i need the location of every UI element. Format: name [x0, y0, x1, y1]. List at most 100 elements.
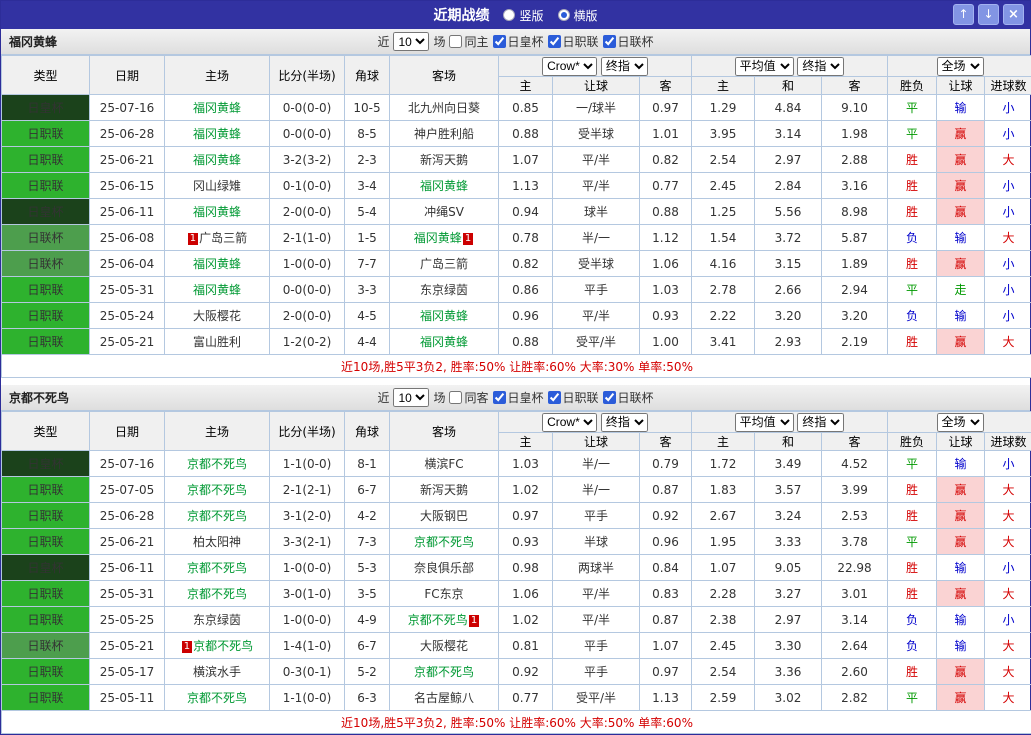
- emperor-cup-checkbox[interactable]: [492, 35, 506, 48]
- average-time-select[interactable]: 终指: [797, 56, 845, 76]
- result-outcome: 平: [887, 276, 938, 303]
- result-goals: 大: [984, 658, 1031, 685]
- match-date: 25-05-21: [89, 328, 165, 355]
- same-venue-filter[interactable]: 同客: [449, 389, 489, 406]
- odds-home: 0.98: [498, 554, 553, 581]
- filter-controls: 近 10 场 同客 日皇杯 日职联 日联杯: [377, 388, 654, 407]
- odds-time-select[interactable]: 终指: [600, 56, 648, 76]
- avg-home: 1.95: [691, 528, 755, 555]
- odds-handicap: 平手: [552, 632, 640, 659]
- fulltime-select[interactable]: 全场: [936, 56, 984, 76]
- odds-handicap: 半/一: [552, 476, 640, 503]
- result-handicap: 赢: [936, 476, 986, 503]
- league-cup-checkbox[interactable]: [602, 35, 616, 48]
- header-row-1: 类型 日期 主场 比分(半场) 角球 客场 Crow* 终指 平均值 终指 全场: [1, 411, 1031, 451]
- odds-home: 0.93: [498, 528, 553, 555]
- layout-vertical-radio[interactable]: 竖版: [503, 7, 544, 24]
- match-count-select[interactable]: 10: [393, 388, 430, 407]
- same-venue-checkbox[interactable]: [449, 391, 463, 404]
- avg-home: 2.22: [691, 302, 755, 329]
- score: 1-1(0-0): [269, 684, 345, 711]
- result-handicap: 输: [936, 302, 986, 329]
- result-handicap: 输: [936, 224, 986, 251]
- corner-count: 4-9: [344, 606, 390, 633]
- result-handicap: 走: [936, 276, 986, 303]
- emperor-cup-filter[interactable]: 日皇杯: [492, 33, 544, 50]
- match-row: 日皇杯 25-07-16 福冈黄蜂 0-0(0-0) 10-5 北九州向日葵 0.85 一/球…: [1, 94, 1031, 121]
- move-down-button[interactable]: ↓: [978, 4, 999, 25]
- team-label: 神户胜利船: [413, 127, 474, 141]
- summary-row: 近10场,胜5平3负2, 胜率:50% 让胜率:60% 大率:30% 单率:50…: [0, 354, 1031, 378]
- j1-league-checkbox[interactable]: [547, 35, 561, 48]
- avg-home: 1.72: [691, 450, 755, 477]
- competition-type: 日皇杯: [1, 554, 90, 581]
- odds-away: 0.92: [639, 502, 692, 529]
- team-label: 东京绿茵: [419, 283, 468, 297]
- match-row: 日职联 25-05-11 京都不死鸟 1-1(0-0) 6-3 名古屋鲸八 0.77 受平/半…: [1, 684, 1031, 711]
- radio-selected-icon[interactable]: [557, 9, 570, 21]
- emperor-cup-checkbox[interactable]: [492, 391, 506, 404]
- odds-home: 0.94: [498, 198, 553, 225]
- home-team: 富山胜利: [164, 328, 270, 355]
- team-section-kyoto: 京都不死鸟 近 10 场 同客 日皇杯 日职联 日联杯 类型 日期 主场 比分(…: [0, 385, 1031, 734]
- result-goals: 大: [984, 528, 1031, 555]
- team-label: 冲绳SV: [424, 205, 464, 219]
- near-label: 近: [377, 391, 390, 405]
- corner-count: 8-5: [344, 120, 390, 147]
- radio-icon[interactable]: [503, 9, 516, 21]
- team-label: 福冈黄蜂: [192, 127, 241, 141]
- avg-draw: 4.84: [754, 94, 822, 121]
- league-cup-checkbox[interactable]: [602, 391, 616, 404]
- average-time-select[interactable]: 终指: [797, 412, 845, 432]
- odds-handicap: 受半球: [552, 250, 640, 277]
- layout-radio-group: 竖版 横版: [503, 7, 598, 24]
- average-select[interactable]: 平均值: [734, 56, 794, 76]
- league-cup-filter[interactable]: 日联杯: [602, 389, 654, 406]
- team-label: 京都不死鸟: [413, 535, 474, 549]
- match-date: 25-06-28: [89, 120, 165, 147]
- score: 2-1(2-1): [269, 476, 345, 503]
- result-handicap: 赢: [936, 172, 986, 199]
- avg-away: 4.52: [820, 450, 889, 477]
- team-section-fukuoka: 福冈黄蜂 近 10 场 同主 日皇杯 日职联 日联杯 类型 日期 主场 比分(半…: [0, 29, 1031, 378]
- result-handicap: 输: [936, 632, 986, 659]
- odds-company-select[interactable]: Crow*: [542, 412, 598, 432]
- odds-home: 0.86: [498, 276, 553, 303]
- j1-league-filter[interactable]: 日职联: [547, 33, 599, 50]
- move-up-button[interactable]: ↑: [953, 4, 974, 25]
- home-team: 京都不死鸟: [164, 502, 270, 529]
- same-venue-filter[interactable]: 同主: [449, 33, 489, 50]
- fulltime-group-header: 全场: [887, 55, 1031, 77]
- home-team: 京都不死鸟: [164, 684, 270, 711]
- odds-company-select[interactable]: Crow*: [542, 56, 598, 76]
- col-odds-away: 客: [639, 432, 692, 451]
- avg-away: 2.60: [820, 658, 889, 685]
- same-venue-checkbox[interactable]: [449, 35, 463, 48]
- odds-group-header: Crow* 终指: [498, 411, 692, 433]
- avg-draw: 3.14: [754, 120, 822, 147]
- fulltime-select[interactable]: 全场: [936, 412, 984, 432]
- match-row: 日皇杯 25-06-11 福冈黄蜂 2-0(0-0) 5-4 冲绳SV 0.94 球半 0.88…: [1, 198, 1031, 225]
- j1-league-filter[interactable]: 日职联: [547, 389, 599, 406]
- away-team: 广岛三箭: [389, 250, 499, 277]
- odds-away: 0.96: [639, 528, 692, 555]
- away-team: 京都不死鸟: [389, 658, 499, 685]
- result-outcome: 胜: [887, 580, 938, 607]
- j1-league-checkbox[interactable]: [547, 391, 561, 404]
- odds-time-select[interactable]: 终指: [600, 412, 648, 432]
- match-date: 25-07-16: [89, 94, 165, 121]
- result-outcome: 平: [887, 120, 938, 147]
- odds-handicap: 一/球半: [552, 94, 640, 121]
- close-button[interactable]: ×: [1003, 4, 1024, 25]
- match-count-select[interactable]: 10: [393, 32, 430, 51]
- emperor-cup-filter[interactable]: 日皇杯: [492, 389, 544, 406]
- average-select[interactable]: 平均值: [734, 412, 794, 432]
- layout-horizontal-radio[interactable]: 横版: [557, 7, 598, 24]
- avg-home: 1.29: [691, 94, 755, 121]
- result-goals: 小: [984, 606, 1031, 633]
- result-handicap: 赢: [936, 684, 986, 711]
- result-outcome: 平: [887, 94, 938, 121]
- league-cup-filter[interactable]: 日联杯: [602, 33, 654, 50]
- competition-type: 日职联: [1, 658, 90, 685]
- competition-type: 日职联: [1, 172, 90, 199]
